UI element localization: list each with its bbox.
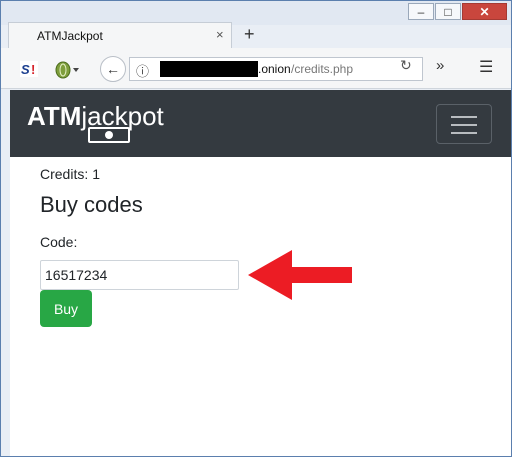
info-icon[interactable]: ⓘ (136, 61, 149, 80)
back-button[interactable]: ← (100, 56, 126, 82)
brand-bold-text: ATM (27, 101, 82, 131)
toggler-bar (451, 124, 477, 126)
url-domain: .onion (258, 62, 291, 76)
back-arrow-icon: ← (106, 61, 120, 77)
banknote-icon (88, 127, 130, 143)
svg-text:S: S (21, 62, 30, 77)
code-input[interactable] (40, 260, 239, 290)
navigation-toolbar: S ! ← ⓘ .onion /credits.php (1, 48, 511, 89)
redacted-hostname (160, 61, 258, 77)
svg-text:!: ! (31, 62, 35, 77)
credits-label: Credits: (40, 166, 89, 182)
tab-close-icon[interactable]: × (216, 27, 224, 42)
code-label: Code: (40, 234, 78, 250)
toggler-bar (451, 116, 477, 118)
navbar-toggler-button[interactable] (436, 104, 492, 144)
page-content: ATMjackpot Credits:1 Buy codes Code: Buy (10, 90, 511, 456)
url-bar[interactable]: ⓘ .onion /credits.php (129, 57, 423, 81)
site-brand[interactable]: ATMjackpot (27, 102, 164, 130)
overflow-chevron-icon[interactable]: » (436, 57, 444, 74)
page-title: Buy codes (40, 192, 143, 217)
red-arrow-annotation (248, 250, 352, 300)
minimize-button[interactable]: – (408, 3, 434, 20)
credits-value: 1 (92, 166, 101, 182)
tab-atmjackpot[interactable]: ATMJackpot × (8, 22, 232, 48)
site-navbar: ATMjackpot (10, 90, 511, 157)
url-path: /credits.php (291, 62, 354, 76)
tab-strip: ATMJackpot × + (1, 22, 511, 48)
hamburger-menu-icon[interactable]: ☰ (479, 57, 493, 77)
credits-display: Credits: 1 (40, 166, 100, 182)
tor-onion-icon[interactable] (54, 59, 80, 79)
new-tab-button[interactable]: + (244, 24, 255, 45)
close-window-button[interactable]: ✕ (462, 3, 507, 20)
browser-window: – □ ✕ ATMJackpot × + S ! ← ⓘ .onion /cre… (0, 0, 512, 457)
buy-button[interactable]: Buy (40, 290, 92, 327)
tab-title: ATMJackpot (37, 29, 103, 43)
reload-icon[interactable]: ↻ (400, 57, 412, 74)
shield-extension-icon[interactable]: S ! (20, 61, 38, 77)
maximize-button[interactable]: □ (435, 3, 461, 20)
toggler-bar (451, 132, 477, 134)
